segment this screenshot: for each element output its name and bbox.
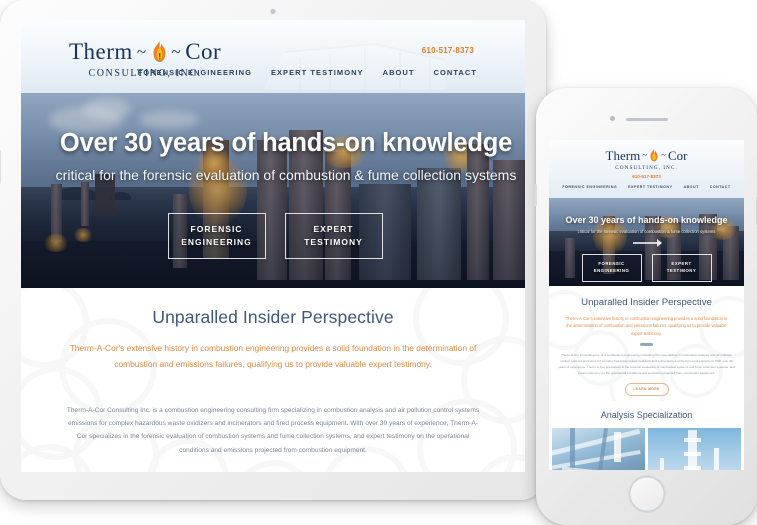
hero-button-line1: FORENSIC (190, 224, 243, 235)
phone-camera-icon (610, 116, 615, 121)
industrial-piping-photo[interactable] (552, 428, 645, 470)
mobile-analysis-gallery (549, 428, 744, 470)
logo-text-part2: Cor (185, 39, 222, 64)
mobile-analysis-heading: Analysis Specialization (600, 410, 693, 420)
mobile-header-phone-number[interactable]: 610-517-8373 (549, 174, 744, 179)
mobile-hero-subheadline: critical for the forensic evaluation of … (577, 229, 716, 234)
mobile-hero-headline: Over 30 years of hands-on knowledge (565, 215, 728, 225)
mobile-learn-more-button[interactable]: LEARN MORE (624, 382, 669, 396)
mobile-site-header: Therm ~ ~ Cor CONSULTING, INC. 610-517-8… (549, 140, 744, 198)
nav-item-about[interactable]: ABOUT (383, 68, 415, 77)
hero-headline: Over 30 years of hands-on knowledge (59, 129, 513, 157)
mobile-logo-tilde-left: ~ (642, 150, 648, 160)
flame-icon (151, 40, 168, 63)
tablet-side-button (0, 150, 1, 184)
mobile-content-divider (640, 343, 653, 347)
phone-home-button[interactable] (628, 476, 665, 512)
hero-banner: Over 30 years of hands-on knowledge crit… (21, 93, 525, 288)
mobile-content-lead-text: Therm-A-Cor's extensive history in combu… (565, 316, 728, 336)
hero-forensic-engineering-button[interactable]: FORENSIC ENGINEERING (167, 213, 266, 259)
mobile-hero-expert-testimony-button[interactable]: EXPERT TESTIMONY (651, 254, 712, 282)
mobile-hero-banner: Over 30 years of hands-on knowledge crit… (549, 198, 744, 286)
logo-tilde-right: ~ (171, 42, 182, 61)
content-section: Unparalled Insider Perspective Therm-A-C… (21, 288, 525, 472)
phone-screen: Therm ~ ~ Cor CONSULTING, INC. 610-517-8… (549, 140, 744, 470)
mobile-logo-text-part1: Therm (605, 148, 641, 163)
tablet-screen: Therm ~ ~ Cor CONSULTING, INC. 610-517-8… (21, 20, 525, 472)
website-desktop-view: Therm ~ ~ Cor CONSULTING, INC. 610-517-8… (21, 20, 525, 472)
hero-button-line1: EXPERT (313, 224, 354, 235)
header-phone-number[interactable]: 610-517-8373 (422, 46, 474, 55)
mobile-hero-button-line2: TESTIMONY (666, 268, 697, 273)
mobile-logo-tagline: CONSULTING, INC. (615, 165, 678, 171)
mobile-content-heading: Unparalled Insider Perspective (581, 297, 712, 308)
content-lead-text: Therm-A-Cor's extensive history in combu… (69, 343, 477, 369)
flame-icon (649, 149, 659, 162)
content-body-text: Therm-A-Cor Consulting Inc. is a combust… (66, 407, 480, 454)
hero-expert-testimony-button[interactable]: EXPERT TESTIMONY (284, 213, 383, 259)
mobile-logo-wordmark: Therm ~ ~ Cor (549, 149, 744, 162)
mobile-site-logo[interactable]: Therm ~ ~ Cor CONSULTING, INC. (549, 149, 744, 171)
mobile-analysis-section: Analysis Specialization (549, 401, 744, 470)
mobile-content-section: Unparalled Insider Perspective Therm-A-C… (549, 286, 744, 401)
mobile-hero-button-line1: FORENSIC (598, 261, 625, 267)
mobile-main-navigation: FORENSIC ENGINEERING EXPERT TESTIMONY AB… (549, 185, 744, 189)
mobile-hero-button-line2: ENGINEERING (593, 268, 630, 273)
process-tower-photo[interactable] (648, 428, 741, 470)
hero-subheadline: critical for the forensic evaluation of … (55, 167, 517, 183)
hero-button-line2: ENGINEERING (181, 237, 252, 247)
header-background-graphic (265, 42, 446, 90)
mobile-hero-button-line1: EXPERT (671, 261, 692, 267)
nav-item-forensic-engineering[interactable]: FORENSIC ENGINEERING (138, 68, 252, 77)
phone-mockup: Therm ~ ~ Cor CONSULTING, INC. 610-517-8… (534, 88, 757, 525)
mobile-logo-text-part2: Cor (667, 148, 688, 163)
logo-tilde-left: ~ (136, 42, 147, 61)
tablet-camera-icon (270, 9, 276, 14)
mobile-content-body-text: Therm-A-Cor Consulting Inc. is a combust… (558, 353, 735, 375)
mobile-nav-item-contact[interactable]: CONTACT (710, 185, 731, 189)
hero-button-line2: TESTIMONY (304, 237, 363, 247)
device-mockup-stage: Therm ~ ~ Cor CONSULTING, INC. 610-517-8… (0, 0, 757, 525)
mobile-logo-tilde-right: ~ (661, 150, 666, 160)
mobile-hero-button-group: FORENSIC ENGINEERING EXPERT TESTIMONY (549, 254, 744, 282)
mobile-hero-text-block: Over 30 years of hands-on knowledge crit… (549, 215, 744, 234)
site-header: Therm ~ ~ Cor CONSULTING, INC. 610-517-8… (21, 20, 525, 93)
nav-item-contact[interactable]: CONTACT (434, 68, 477, 77)
mobile-nav-item-expert-testimony[interactable]: EXPERT TESTIMONY (628, 185, 672, 189)
tablet-mockup: Therm ~ ~ Cor CONSULTING, INC. 610-517-8… (0, 0, 546, 500)
mobile-nav-item-about[interactable]: ABOUT (683, 185, 698, 189)
mobile-hero-forensic-engineering-button[interactable]: FORENSIC ENGINEERING (581, 254, 642, 282)
arrow-right-icon[interactable] (632, 239, 662, 247)
phone-volume-button (534, 184, 537, 206)
hero-text-block: Over 30 years of hands-on knowledge crit… (21, 129, 525, 183)
logo-text-part1: Therm (69, 39, 133, 64)
phone-speaker-icon (626, 118, 668, 121)
logo-wordmark: Therm ~ ~ Cor (69, 40, 221, 63)
main-navigation: FORENSIC ENGINEERING EXPERT TESTIMONY AB… (138, 68, 477, 77)
content-heading: Unparalled Insider Perspective (152, 307, 394, 327)
nav-item-expert-testimony[interactable]: EXPERT TESTIMONY (271, 68, 364, 77)
hero-button-group: FORENSIC ENGINEERING EXPERT TESTIMONY (21, 213, 525, 259)
mobile-nav-item-forensic-engineering[interactable]: FORENSIC ENGINEERING (562, 185, 617, 189)
